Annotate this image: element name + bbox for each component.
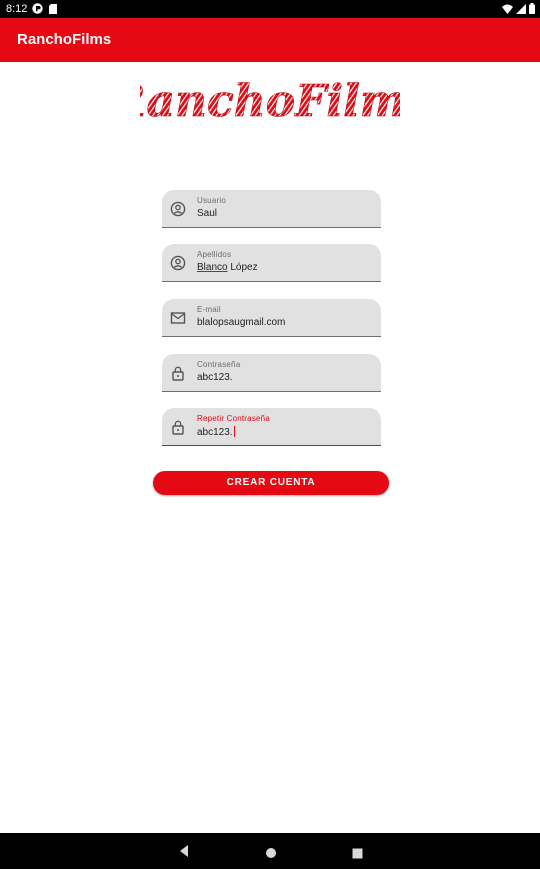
surname-label: Apellidos (197, 250, 232, 259)
nav-bar (0, 833, 540, 869)
repeat-password-value: abc123. (197, 427, 233, 438)
repeat-password-value-wrap: abc123. (197, 426, 235, 438)
account-circle-icon (170, 255, 186, 271)
repeat-password-field[interactable]: Repetir Contraseña abc123. (162, 408, 381, 446)
battery-icon (529, 3, 535, 17)
app-bar: RanchoFilms (0, 18, 540, 62)
surname-value-rest: López (227, 262, 258, 273)
password-value: abc123. (197, 372, 233, 383)
signal-icon (516, 3, 526, 17)
status-time: 8:12 (6, 3, 28, 15)
lock-icon (170, 419, 186, 435)
surname-value: Blanco López (197, 262, 258, 273)
back-icon[interactable] (178, 843, 190, 862)
surname-field[interactable]: Apellidos Blanco López (162, 244, 381, 282)
password-field[interactable]: Contraseña abc123. (162, 354, 381, 392)
status-bar: 8:12 (0, 0, 540, 18)
lock-icon (170, 365, 186, 381)
email-value: blalopsaugmail.com (197, 317, 286, 328)
recents-icon[interactable] (352, 844, 363, 863)
svg-text:RanchoFilms: RanchoFilms (140, 76, 400, 127)
username-field[interactable]: Usuario Saul (162, 190, 381, 228)
surname-value-spellcheck: Blanco (197, 262, 228, 273)
notification-app-icon (32, 3, 43, 17)
wifi-icon (502, 4, 513, 17)
repeat-password-label: Repetir Contraseña (197, 414, 270, 423)
username-label: Usuario (197, 196, 226, 205)
password-label: Contraseña (197, 360, 241, 369)
sim-card-icon (49, 3, 57, 17)
account-circle-icon (170, 201, 186, 217)
text-cursor (233, 426, 235, 437)
email-field[interactable]: E-mail blalopsaugmail.com (162, 299, 381, 337)
home-icon[interactable] (265, 844, 277, 863)
logo: RanchoFilms (107, 70, 432, 130)
app-title: RanchoFilms (17, 31, 112, 48)
username-value: Saul (197, 208, 218, 219)
email-label: E-mail (197, 305, 221, 314)
mail-icon (170, 310, 186, 326)
create-account-button[interactable]: CREAR CUENTA (153, 471, 389, 495)
